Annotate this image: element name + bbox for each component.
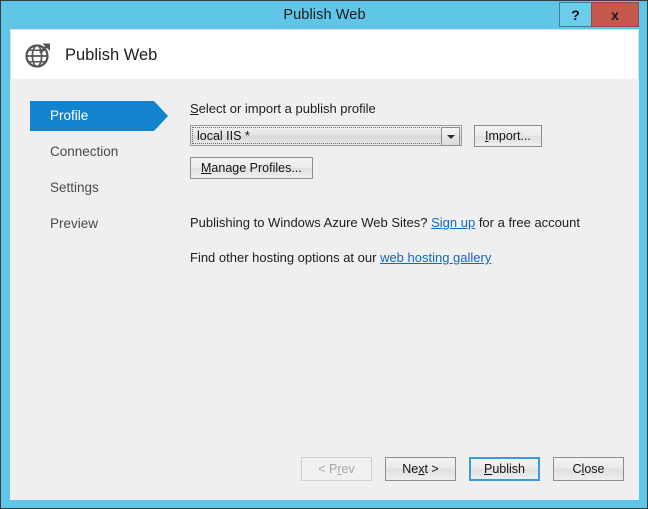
sidebar-item-label: Connection [50, 144, 119, 159]
sidebar-item-profile[interactable]: Profile [30, 101, 168, 131]
title-bar: Publish Web ? x [2, 1, 647, 29]
globe-publish-icon [23, 39, 55, 71]
hosting-gallery-line: Find other hosting options at our web ho… [190, 250, 620, 265]
profile-select-dropdown-button[interactable] [441, 127, 460, 146]
chevron-down-icon [446, 134, 455, 139]
sidebar-item-label: Preview [50, 216, 99, 231]
profile-select-label-text: elect or import a publish profile [198, 101, 376, 116]
sidebar-item-preview[interactable]: Preview [30, 209, 182, 239]
sign-up-link[interactable]: Sign up [431, 215, 475, 230]
prev-button[interactable]: < Pr ev [301, 457, 372, 481]
import-button-label: mport... [488, 129, 531, 143]
publish-button[interactable]: Publish [469, 457, 540, 481]
publish-button-post: ublish [492, 462, 525, 476]
dialog-content: Profile Connection Settings Preview Sele… [10, 79, 639, 500]
profile-select-label: Select or import a publish profile [190, 101, 620, 116]
azure-signup-text-before: Publishing to Windows Azure Web Sites? [190, 215, 432, 230]
window-controls: ? x [559, 2, 639, 27]
prev-button-pre: < P [318, 462, 338, 476]
prev-button-post: ev [341, 462, 355, 476]
help-button[interactable]: ? [559, 2, 591, 27]
sidebar-item-connection[interactable]: Connection [30, 137, 182, 167]
help-links: Publishing to Windows Azure Web Sites? S… [190, 215, 620, 265]
azure-signup-line: Publishing to Windows Azure Web Sites? S… [190, 215, 620, 230]
azure-signup-text-after: for a free account [475, 215, 580, 230]
sidebar-item-settings[interactable]: Settings [30, 173, 182, 203]
profile-select-combobox[interactable]: local IIS * [190, 125, 462, 146]
hosting-text-before: Find other hosting options at our [190, 250, 381, 265]
dialog-header: Publish Web [10, 29, 639, 79]
profile-panel: Select or import a publish profile local… [190, 101, 620, 285]
profile-select-value: local IIS * [197, 129, 250, 143]
window-title: Publish Web [283, 7, 366, 23]
manage-profiles-accelerator: M [201, 161, 212, 175]
dialog-footer: < Pr ev Ne x t > Publish Cl ose [11, 457, 640, 481]
next-button-post: t > [424, 462, 439, 476]
close-window-button[interactable]: x [591, 2, 639, 27]
publish-web-dialog: Publish Web ? x Publish Web Profile Conn… [0, 0, 648, 509]
profile-select-row: local IIS * Import... [190, 125, 620, 147]
import-button[interactable]: Import... [474, 125, 542, 147]
manage-profiles-label: anage Profiles... [211, 161, 302, 175]
manage-profiles-button[interactable]: Manage Profiles... [190, 157, 313, 179]
publish-button-accelerator: P [483, 462, 493, 476]
profile-select-label-accelerator: S [190, 101, 199, 116]
next-button-pre: Ne [402, 462, 419, 476]
wizard-nav: Profile Connection Settings Preview [30, 101, 182, 245]
page-title: Publish Web [65, 46, 158, 64]
close-button-post: ose [584, 462, 605, 476]
next-button[interactable]: Ne x t > [385, 457, 456, 481]
close-button[interactable]: Cl ose [553, 457, 624, 481]
sidebar-item-label: Settings [50, 180, 99, 195]
sidebar-item-label: Profile [50, 108, 89, 123]
web-hosting-gallery-link[interactable]: web hosting gallery [380, 250, 491, 265]
close-button-pre: C [572, 462, 582, 476]
